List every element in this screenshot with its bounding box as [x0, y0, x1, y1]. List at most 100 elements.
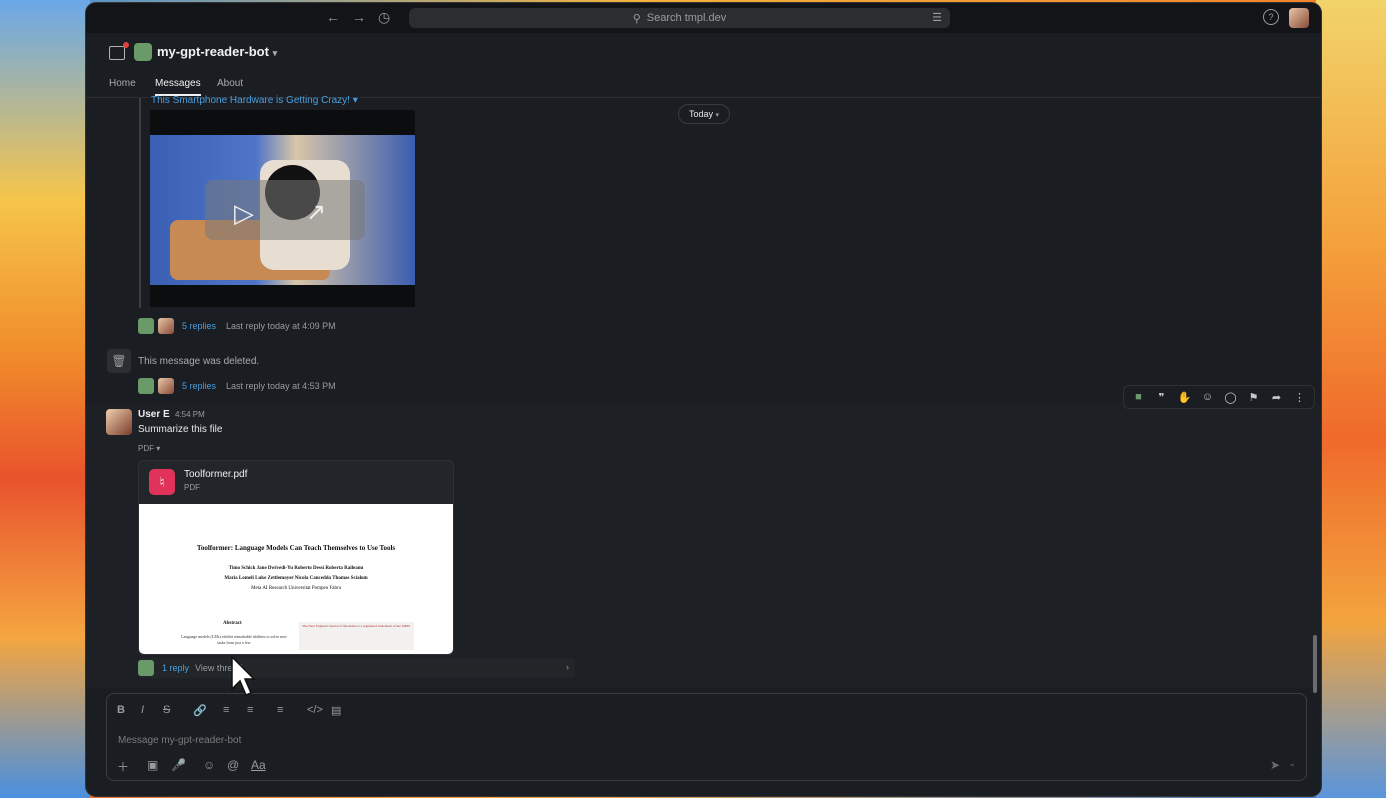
thread-line	[139, 98, 141, 308]
thread-summary[interactable]: 5 replies Last reply today at 4:09 PM	[138, 318, 336, 334]
share-icon[interactable]: ➦	[1268, 391, 1285, 404]
file-attachment[interactable]: ♮ Toolformer.pdf PDF Toolformer: Languag…	[138, 460, 454, 655]
thread-summary[interactable]: 1 reply View thread ›	[138, 658, 575, 678]
desktop-wallpaper-left	[0, 0, 90, 798]
preview-abstract-body: Language models (LMs) exhibit remarkable…	[181, 634, 287, 645]
chevron-down-icon: ▾	[715, 112, 720, 119]
forward-icon[interactable]: →	[352, 9, 366, 25]
help-icon[interactable]: ?	[1263, 9, 1279, 25]
bookmark-icon[interactable]: ⚑	[1245, 391, 1262, 404]
file-name[interactable]: Toolformer.pdf	[184, 469, 247, 480]
scrollbar[interactable]	[1313, 635, 1317, 693]
attach-plus-icon[interactable]: ＋	[117, 758, 129, 775]
ordered-list-icon[interactable]: ≡	[223, 704, 229, 716]
preview-affiliation: Meta AI Research Universitat Pompeu Fabr…	[251, 586, 341, 591]
bold-icon[interactable]: B	[117, 704, 125, 716]
channel-name: my-gpt-reader-bot	[157, 44, 269, 59]
last-reply: Last reply today at 4:09 PM	[226, 321, 336, 331]
slack-window: ← → ◷ ⚲ Search tmpl.dev ☰ ? my-gpt-reade…	[86, 3, 1321, 796]
notification-dot	[123, 42, 129, 48]
bot-reaction-icon[interactable]: ■	[1130, 391, 1147, 403]
attachment-toggle-label: PDF	[138, 444, 154, 453]
message-list: This Smartphone Hardware is Getting Craz…	[86, 95, 1321, 688]
reply-count[interactable]: 5 replies	[182, 381, 216, 391]
code-icon[interactable]: </>	[307, 704, 323, 716]
file-type: PDF	[184, 483, 200, 492]
more-options-icon[interactable]: ⋮	[1291, 391, 1308, 404]
tab-about[interactable]: About	[217, 78, 243, 89]
formatting-icon[interactable]: Aa	[251, 758, 266, 772]
preview-authors: Timo Schick Jane Dwivedi-Yu Roberto Dess…	[139, 564, 453, 584]
preview-title: Toolformer: Language Models Can Teach Th…	[196, 544, 396, 552]
preview-abstract-heading: Abstract	[223, 621, 242, 626]
video-clip-icon[interactable]: ▣	[147, 758, 158, 772]
code-block-icon[interactable]: ▤	[331, 704, 341, 717]
blockquote-icon[interactable]: ≡	[277, 704, 283, 716]
tab-messages[interactable]: Messages	[155, 78, 201, 96]
deleted-message: This message was deleted.	[138, 356, 260, 367]
reply-thread-icon[interactable]: ◯	[1222, 391, 1239, 404]
emoji-icon[interactable]: ☺	[203, 758, 215, 772]
message-author[interactable]: User E	[138, 409, 170, 420]
message-time[interactable]: 4:54 PM	[175, 410, 205, 419]
sidebar-toggle-icon[interactable]	[109, 42, 129, 60]
microphone-icon[interactable]: 🎤	[171, 758, 186, 772]
date-divider[interactable]: Today ▾	[678, 104, 731, 124]
message-text: Summarize this file	[138, 424, 223, 435]
message-composer: B I S 🔗 ≡ ≡ ≡ </> ▤ ＋ ▣ 🎤 ☺ @ Aa ➤ ⌄	[106, 693, 1307, 781]
channel-title[interactable]: my-gpt-reader-bot ▾	[157, 44, 277, 59]
user-avatar	[158, 378, 174, 394]
chevron-down-icon: ▾	[272, 48, 278, 58]
bot-avatar	[134, 43, 152, 61]
chevron-down-icon: ▾	[156, 444, 161, 453]
chevron-right-icon: ›	[566, 662, 569, 672]
send-icon[interactable]: ➤	[1270, 758, 1280, 772]
preview-authors-line-1: Timo Schick Jane Dwivedi-Yu Roberto Dess…	[228, 566, 364, 571]
message-input[interactable]	[116, 731, 1220, 749]
search-bar[interactable]: ⚲ Search tmpl.dev ☰	[409, 8, 950, 28]
bot-avatar	[138, 660, 154, 676]
thread-summary[interactable]: 5 replies Last reply today at 4:53 PM	[138, 378, 336, 394]
chevron-down-icon: ▾	[352, 95, 358, 106]
history-icon[interactable]: ◷	[378, 9, 390, 26]
quote-reaction-icon[interactable]: ❞	[1153, 391, 1170, 404]
reply-count[interactable]: 5 replies	[182, 321, 216, 331]
play-icon[interactable]: ▷	[234, 198, 254, 229]
desktop-wallpaper-right	[1316, 0, 1386, 798]
search-filter-icon[interactable]: ☰	[932, 11, 942, 24]
add-reaction-icon[interactable]: ☺	[1199, 391, 1216, 403]
tab-home[interactable]: Home	[109, 78, 136, 89]
link-title-text: This Smartphone Hardware is Getting Craz…	[151, 95, 350, 106]
mention-icon[interactable]: @	[227, 758, 239, 772]
search-icon: ⚲	[632, 12, 641, 25]
video-embed[interactable]: ▷ ↗	[150, 110, 415, 307]
profile-avatar[interactable]	[1289, 8, 1309, 28]
link-title[interactable]: This Smartphone Hardware is Getting Craz…	[151, 95, 358, 106]
mouse-cursor-icon	[231, 655, 256, 696]
avatar[interactable]	[106, 409, 132, 435]
send-options-icon[interactable]: ⌄	[1288, 758, 1296, 769]
preview-authors-line-2: Maria Lomeli Luke Zettlemoyer Nicola Can…	[224, 576, 368, 581]
attachment-toggle[interactable]: PDF ▾	[138, 444, 160, 453]
italic-icon[interactable]: I	[141, 704, 144, 716]
file-header: ♮ Toolformer.pdf PDF	[139, 461, 453, 501]
bot-avatar	[138, 318, 154, 334]
title-bar: ← → ◷ ⚲ Search tmpl.dev ☰ ?	[86, 3, 1321, 33]
bot-avatar	[138, 378, 154, 394]
strikethrough-icon[interactable]: S	[163, 704, 170, 716]
preview-sidebar-box: The New England Journal of Medicine is a…	[299, 622, 414, 650]
bulleted-list-icon[interactable]: ≡	[247, 704, 253, 716]
reply-count[interactable]: 1 reply	[162, 663, 189, 673]
pdf-preview[interactable]: Toolformer: Language Models Can Teach Th…	[139, 504, 453, 654]
message-actions: ■ ❞ ✋ ☺ ◯ ⚑ ➦ ⋮	[1123, 385, 1315, 409]
back-icon[interactable]: ←	[326, 9, 340, 25]
link-icon[interactable]: 🔗	[193, 704, 207, 717]
pdf-icon: ♮	[149, 469, 175, 495]
trash-icon: 🗑	[107, 349, 131, 373]
search-text: Search tmpl.dev	[646, 12, 727, 24]
video-overlay	[205, 180, 365, 240]
channel-header: my-gpt-reader-bot ▾	[86, 33, 1321, 73]
external-link-icon[interactable]: ↗	[306, 198, 326, 227]
last-reply: Last reply today at 4:53 PM	[226, 381, 336, 391]
raised-hands-icon[interactable]: ✋	[1176, 391, 1193, 404]
